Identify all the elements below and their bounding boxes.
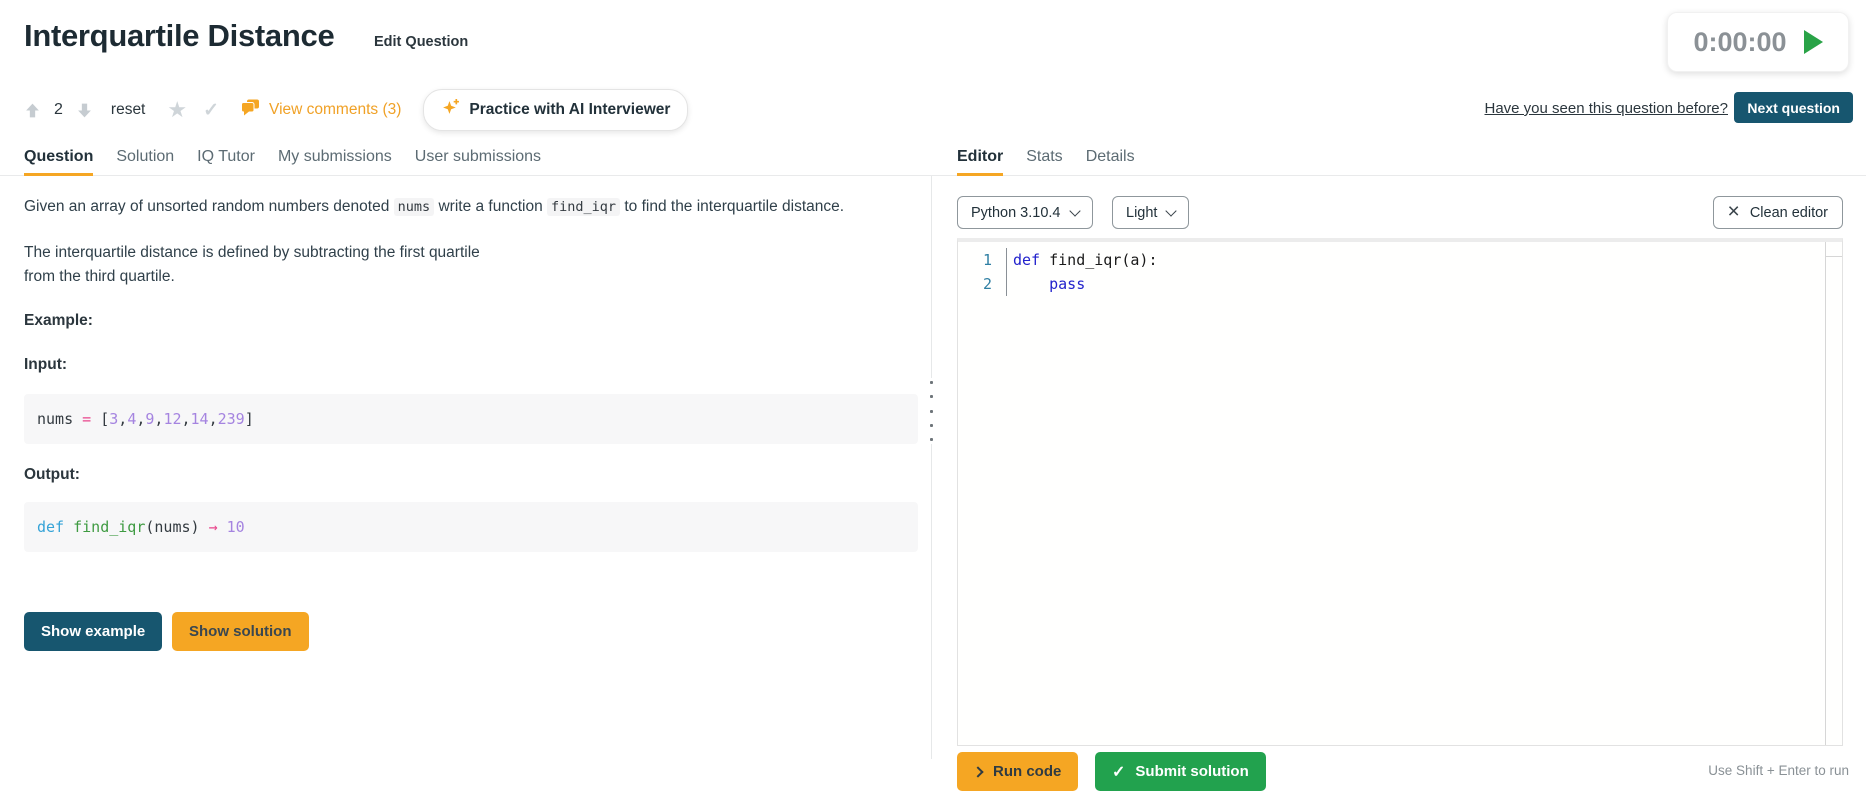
input-code-block: nums = [3,4,9,12,14,239] bbox=[24, 394, 918, 444]
tab-user-submissions[interactable]: User submissions bbox=[415, 148, 541, 176]
question-paragraph-2: The interquartile distance is defined by… bbox=[24, 241, 480, 289]
tab-details[interactable]: Details bbox=[1086, 148, 1135, 176]
timer-value: 0:00:00 bbox=[1693, 27, 1786, 58]
tab-iq-tutor[interactable]: IQ Tutor bbox=[197, 148, 255, 176]
input-label: Input: bbox=[24, 356, 67, 374]
clean-editor-button[interactable]: × Clean editor bbox=[1713, 196, 1843, 229]
edit-question-link[interactable]: Edit Question bbox=[374, 34, 468, 50]
panel-divider bbox=[931, 176, 932, 759]
app-root: Interquartile Distance Edit Question 0:0… bbox=[0, 0, 1866, 799]
chevron-down-icon bbox=[1069, 205, 1080, 216]
inline-code-find-iqr: find_iqr bbox=[547, 198, 620, 216]
example-label: Example: bbox=[24, 312, 93, 330]
inline-code-nums: nums bbox=[394, 198, 435, 216]
run-code-label: Run code bbox=[993, 763, 1061, 780]
tab-bar: Question Solution IQ Tutor My submission… bbox=[0, 147, 1866, 176]
comments-icon bbox=[241, 99, 260, 121]
submit-solution-button[interactable]: ✓ Submit solution bbox=[1095, 752, 1266, 791]
question-paragraph-1: Given an array of unsorted random number… bbox=[24, 198, 844, 216]
question-tabs: Question Solution IQ Tutor My submission… bbox=[24, 148, 541, 176]
sparkles-icon bbox=[441, 98, 460, 122]
line-number: 2 bbox=[958, 272, 1006, 296]
view-comments-label: View comments (3) bbox=[269, 101, 401, 119]
tab-editor[interactable]: Editor bbox=[957, 148, 1003, 176]
practice-ai-label: Practice with AI Interviewer bbox=[469, 101, 670, 119]
favorite-star-icon[interactable]: ★ bbox=[167, 99, 187, 121]
chevron-down-icon bbox=[1166, 205, 1177, 216]
language-select-value: Python 3.10.4 bbox=[971, 205, 1061, 221]
vote-count: 2 bbox=[54, 101, 63, 119]
tab-solution[interactable]: Solution bbox=[116, 148, 174, 176]
question-action-row: 2 reset ★ ✓ View comments (3) bbox=[24, 92, 688, 128]
page-title: Interquartile Distance bbox=[24, 18, 334, 54]
tab-question[interactable]: Question bbox=[24, 148, 93, 176]
shortcut-hint: Use Shift + Enter to run bbox=[1708, 763, 1849, 778]
panel-resize-handle[interactable] bbox=[924, 378, 939, 444]
output-code-block: def find_iqr(nums) → 10 bbox=[24, 502, 918, 552]
run-code-button[interactable]: Run code bbox=[957, 752, 1078, 791]
tab-my-submissions[interactable]: My submissions bbox=[278, 148, 392, 176]
timer-card: 0:00:00 bbox=[1667, 12, 1849, 72]
next-question-button[interactable]: Next question bbox=[1734, 92, 1853, 123]
code-editor-content: 1 def find_iqr(a): 2 pass bbox=[958, 248, 1824, 296]
output-label: Output: bbox=[24, 466, 80, 484]
editor-scrollbar[interactable] bbox=[1825, 242, 1842, 745]
view-comments-link[interactable]: View comments (3) bbox=[241, 99, 401, 121]
chevron-right-icon bbox=[972, 766, 983, 777]
check-icon: ✓ bbox=[1112, 762, 1125, 782]
clean-editor-label: Clean editor bbox=[1750, 205, 1828, 221]
show-example-button[interactable]: Show example bbox=[24, 612, 162, 651]
play-icon[interactable] bbox=[1804, 30, 1823, 54]
tab-stats[interactable]: Stats bbox=[1026, 148, 1062, 176]
downvote-arrow-icon[interactable] bbox=[76, 102, 93, 119]
practice-ai-interviewer-button[interactable]: Practice with AI Interviewer bbox=[423, 89, 688, 131]
code-line: 2 pass bbox=[958, 272, 1824, 296]
close-icon: × bbox=[1728, 204, 1740, 221]
line-number: 1 bbox=[958, 248, 1006, 272]
code-editor[interactable]: 1 def find_iqr(a): 2 pass bbox=[957, 238, 1843, 746]
submit-solution-label: Submit solution bbox=[1135, 763, 1248, 780]
upvote-arrow-icon[interactable] bbox=[24, 102, 41, 119]
reset-link[interactable]: reset bbox=[111, 101, 145, 119]
theme-select[interactable]: Light bbox=[1112, 196, 1189, 229]
editor-tabs: Editor Stats Details bbox=[957, 148, 1135, 176]
seen-before-link[interactable]: Have you seen this question before? bbox=[1485, 100, 1729, 117]
editor-scroll-corner bbox=[1826, 242, 1842, 257]
code-line: 1 def find_iqr(a): bbox=[958, 248, 1824, 272]
language-select[interactable]: Python 3.10.4 bbox=[957, 196, 1093, 229]
theme-select-value: Light bbox=[1126, 205, 1157, 221]
show-solution-button[interactable]: Show solution bbox=[172, 612, 309, 651]
mark-complete-icon[interactable]: ✓ bbox=[203, 101, 219, 120]
